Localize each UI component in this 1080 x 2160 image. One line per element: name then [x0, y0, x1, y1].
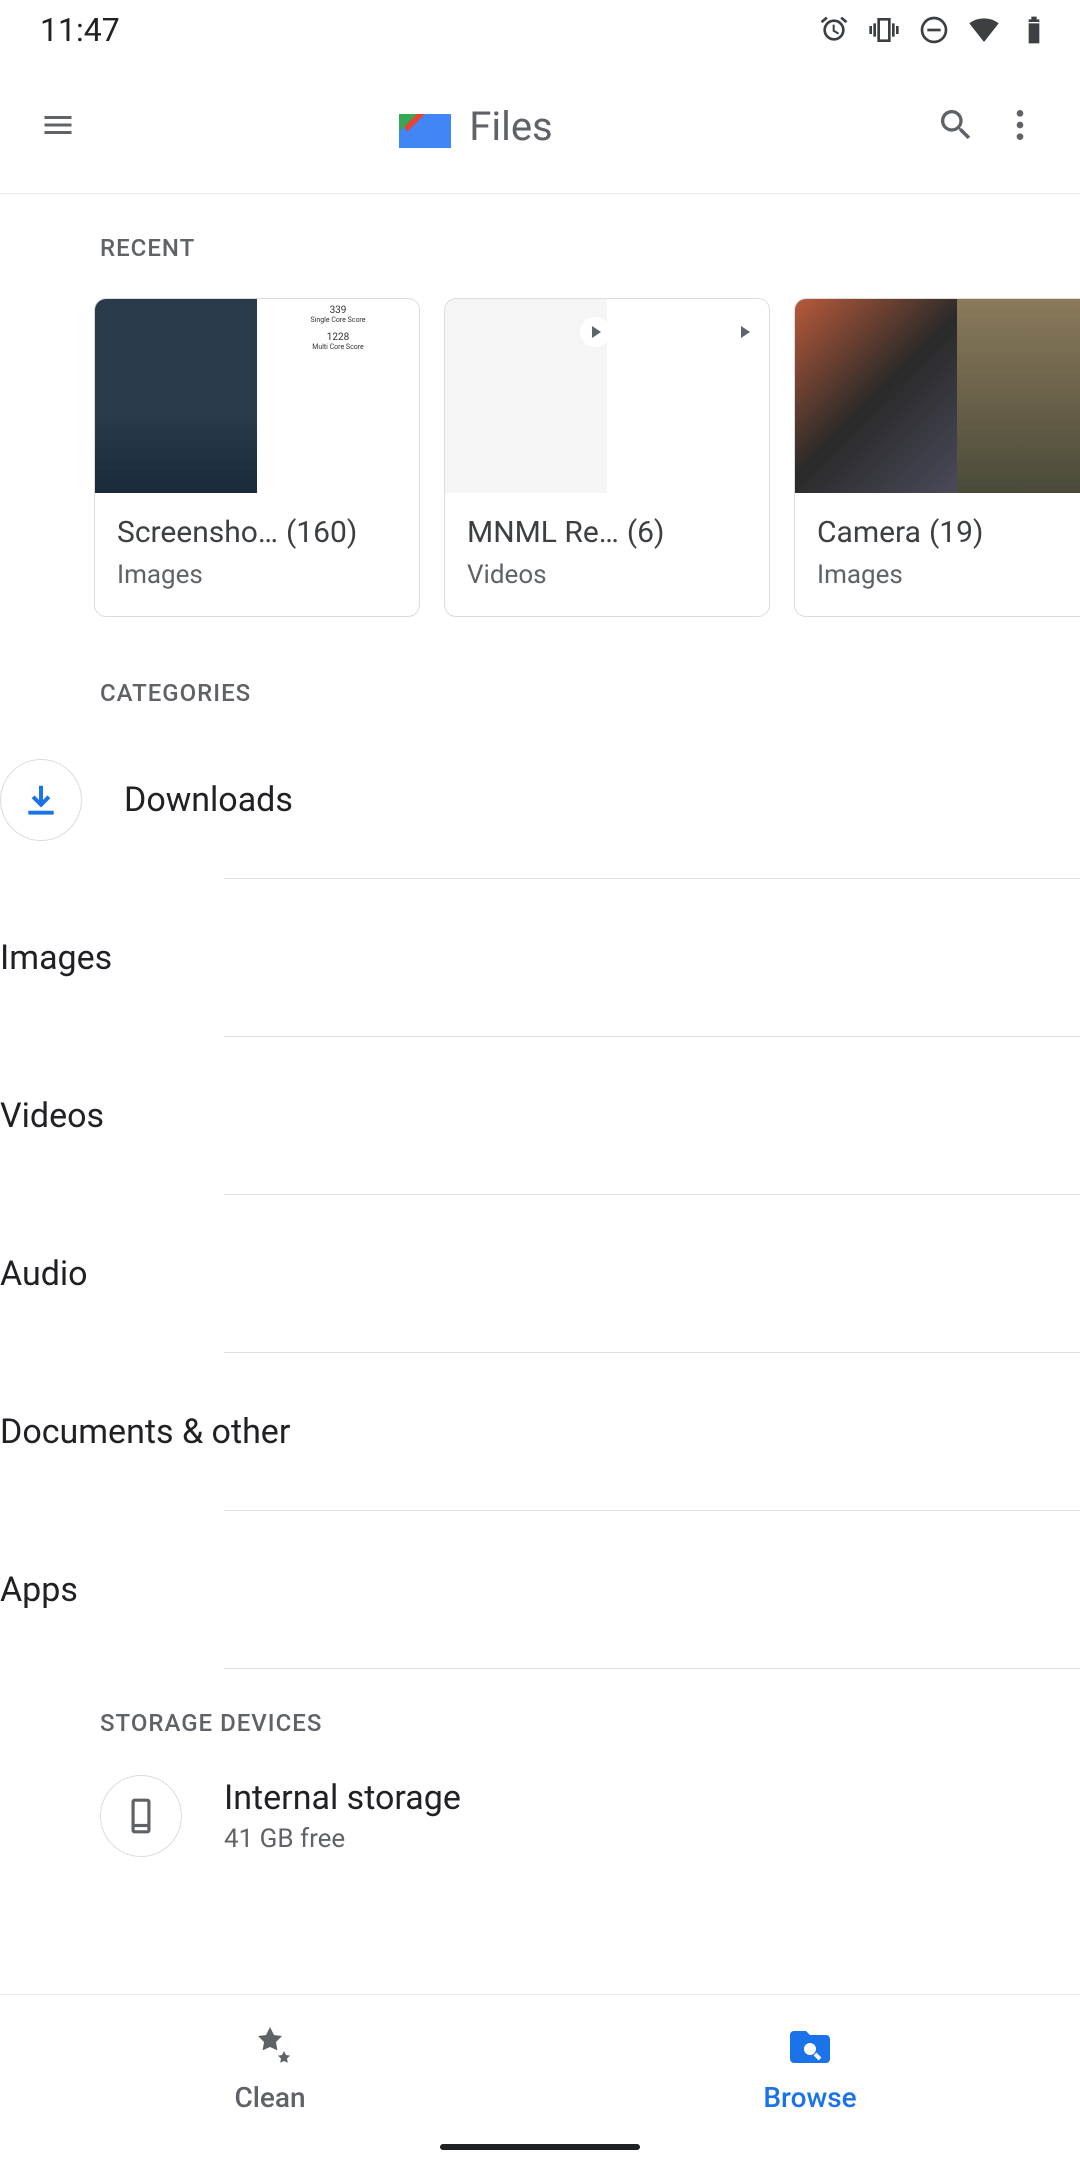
bottom-nav: Clean Browse	[0, 1994, 1080, 2160]
categories-header: CATEGORIES	[0, 639, 1080, 721]
clean-icon	[246, 2023, 294, 2071]
files-logo-icon	[399, 106, 451, 148]
app-bar: Files	[0, 60, 1080, 194]
category-images[interactable]: Images	[0, 879, 1080, 1036]
storage-internal[interactable]: Internal storage 41 GB free	[0, 1751, 1080, 1857]
download-icon	[22, 781, 60, 819]
storage-name: Internal storage	[224, 1778, 461, 1818]
recent-sub: Images	[117, 560, 397, 590]
app-title: Files	[469, 103, 552, 150]
category-label: Images	[0, 938, 112, 978]
recent-name: Camera	[817, 515, 921, 550]
category-videos[interactable]: Videos	[0, 1037, 1080, 1194]
status-bar: 11:47	[0, 0, 1080, 60]
category-label: Videos	[0, 1096, 104, 1136]
storage-sub: 41 GB free	[224, 1824, 461, 1854]
category-downloads[interactable]: Downloads	[0, 721, 1080, 878]
status-icons	[818, 14, 1050, 46]
recent-list[interactable]: 339Single Core Score1228Multi Core Score…	[0, 276, 1080, 639]
alarm-icon	[818, 14, 850, 46]
more-vert-icon	[1000, 105, 1040, 145]
recent-count: (160)	[286, 515, 357, 550]
recent-card-camera[interactable]: Camera(19) Images	[794, 298, 1080, 617]
phone-icon	[122, 1797, 160, 1835]
nav-label: Browse	[763, 2081, 856, 2114]
nav-label: Clean	[234, 2081, 305, 2114]
browse-icon	[786, 2023, 834, 2071]
more-button[interactable]	[988, 93, 1052, 161]
play-icon	[729, 317, 759, 347]
category-label: Documents & other	[0, 1412, 290, 1452]
nav-clean[interactable]: Clean	[0, 1995, 540, 2160]
category-apps[interactable]: Apps	[0, 1511, 1080, 1668]
gesture-handle[interactable]	[440, 2144, 640, 2150]
vibrate-icon	[868, 14, 900, 46]
recent-name: MNML Re…	[467, 515, 619, 550]
recent-sub: Videos	[467, 560, 747, 590]
recent-header: RECENT	[0, 194, 1080, 276]
category-label: Audio	[0, 1254, 88, 1294]
status-time: 11:47	[40, 11, 120, 49]
wifi-icon	[968, 14, 1000, 46]
category-label: Apps	[0, 1570, 78, 1610]
recent-card-screenshots[interactable]: 339Single Core Score1228Multi Core Score…	[94, 298, 420, 617]
category-audio[interactable]: Audio	[0, 1195, 1080, 1352]
recent-sub: Images	[817, 560, 1080, 590]
nav-browse[interactable]: Browse	[540, 1995, 1080, 2160]
search-button[interactable]	[924, 93, 988, 161]
recent-count: (6)	[627, 515, 665, 550]
category-documents[interactable]: Documents & other	[0, 1353, 1080, 1510]
play-icon	[580, 317, 610, 347]
battery-icon	[1018, 14, 1050, 46]
category-label: Downloads	[124, 780, 293, 820]
recent-count: (19)	[929, 515, 983, 550]
search-icon	[936, 105, 976, 145]
recent-card-mnml[interactable]: MNML Re…(6) Videos	[444, 298, 770, 617]
recent-name: Screensho…	[117, 515, 278, 550]
storage-header: STORAGE DEVICES	[0, 1669, 1080, 1751]
dnd-icon	[918, 14, 950, 46]
